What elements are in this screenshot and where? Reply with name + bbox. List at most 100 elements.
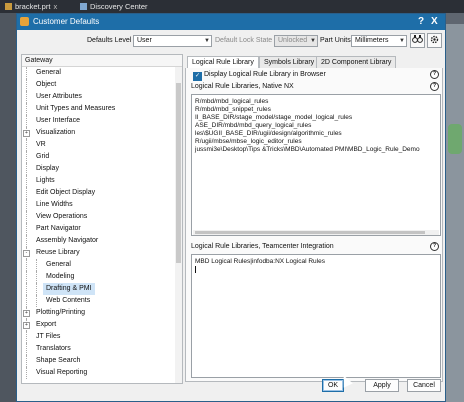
tree-scrollbar[interactable] bbox=[175, 67, 182, 383]
settings-button[interactable] bbox=[427, 33, 442, 48]
tree-item-assembly-navigator[interactable]: Assembly Navigator bbox=[22, 235, 182, 247]
collapse-icon[interactable]: - bbox=[23, 250, 30, 257]
tree-item-label: Display bbox=[36, 165, 59, 172]
tree-item-export[interactable]: + Export bbox=[22, 319, 182, 331]
apply-button[interactable]: Apply bbox=[365, 379, 399, 392]
tree-item-plotting-printing[interactable]: + Plotting/Printing bbox=[22, 307, 182, 319]
scrollbar-thumb[interactable] bbox=[176, 83, 181, 263]
tab-symbols-library[interactable]: Symbols Library bbox=[259, 56, 320, 68]
native-horizontal-scrollbar[interactable] bbox=[193, 230, 439, 235]
info-icon[interactable]: ? bbox=[430, 82, 439, 91]
tree-item-unit-types-and-measures[interactable]: Unit Types and Measures bbox=[22, 103, 182, 115]
defaults-level-select[interactable]: User ▼ bbox=[133, 35, 212, 47]
default-lock-state-label: Default Lock State bbox=[215, 37, 273, 44]
cancel-button[interactable]: Cancel bbox=[407, 379, 441, 392]
tree-item-translators[interactable]: Translators bbox=[22, 343, 182, 355]
tree-item-general[interactable]: General bbox=[22, 259, 182, 271]
info-icon[interactable]: ? bbox=[430, 70, 439, 79]
tree-connector bbox=[26, 199, 28, 211]
tree-item-edit-object-display[interactable]: Edit Object Display bbox=[22, 187, 182, 199]
tree-item-web-contents[interactable]: Web Contents bbox=[22, 295, 182, 307]
part-units-select[interactable]: Millimeters ▼ bbox=[351, 35, 407, 47]
model-geometry bbox=[448, 124, 462, 154]
tree-item-part-navigator[interactable]: Part Navigator bbox=[22, 223, 182, 235]
tree-item-label: Translators bbox=[36, 345, 71, 352]
native-library-path: les\$UGII_BASE_DIR/ugii/design/algorithm… bbox=[195, 130, 342, 137]
tree-item-label: Modeling bbox=[46, 273, 75, 280]
native-library-path: R/mbd/mbd_logical_rules bbox=[195, 98, 269, 105]
tree-item-label: Unit Types and Measures bbox=[36, 105, 116, 112]
scrollbar-thumb[interactable] bbox=[195, 231, 425, 234]
tree-connector bbox=[26, 343, 28, 355]
chevron-down-icon: ▼ bbox=[399, 38, 405, 44]
customer-defaults-icon bbox=[20, 17, 29, 26]
close-icon[interactable]: X bbox=[431, 15, 438, 28]
tab-bracket-prt[interactable]: bracket.prt x bbox=[5, 1, 57, 12]
native-library-path: II_BASE_DIR/stage_model/stage_model_logi… bbox=[195, 114, 353, 121]
tree-item-label: Grid bbox=[36, 153, 50, 160]
chevron-down-icon: ▼ bbox=[310, 38, 316, 44]
tree-item-label: Edit Object Display bbox=[36, 189, 96, 196]
tree-item-jt-files[interactable]: JT Files bbox=[22, 331, 182, 343]
customer-defaults-dialog: Customer Defaults ? X Defaults Level Use… bbox=[16, 13, 446, 402]
expand-icon[interactable]: + bbox=[23, 310, 30, 317]
native-nx-section-label: Logical Rule Libraries, Native NX bbox=[191, 83, 294, 90]
info-icon[interactable]: ? bbox=[430, 242, 439, 251]
tree-header-gateway[interactable]: Gateway bbox=[22, 55, 182, 67]
settings-panel: Logical Rule Library Symbols Library 2D … bbox=[185, 54, 443, 382]
teamcenter-section-label: Logical Rule Libraries, Teamcenter Integ… bbox=[191, 243, 334, 250]
tree-item-label: User Interface bbox=[36, 117, 80, 124]
tree-connector bbox=[26, 67, 28, 79]
find-default-button[interactable] bbox=[410, 33, 425, 48]
tree-item-reuse-library[interactable]: - Reuse Library bbox=[22, 247, 182, 259]
tree-item-line-widths[interactable]: Line Widths bbox=[22, 199, 182, 211]
tree-connector bbox=[26, 283, 28, 295]
tree-item-view-operations[interactable]: View Operations bbox=[22, 211, 182, 223]
native-library-path: jussmi3e\Desktop\Tips &Tricks\MBD\Automa… bbox=[195, 146, 420, 153]
tree-item-lights[interactable]: Lights bbox=[22, 175, 182, 187]
tree-item-visualization[interactable]: + Visualization bbox=[22, 127, 182, 139]
tree-item-grid[interactable]: Grid bbox=[22, 151, 182, 163]
tree-item-object[interactable]: Object bbox=[22, 79, 182, 91]
close-icon[interactable]: x bbox=[53, 2, 57, 11]
tree-item-modeling[interactable]: Modeling bbox=[22, 271, 182, 283]
tree-connector bbox=[36, 283, 38, 295]
tree-connector bbox=[36, 271, 38, 283]
tree-connector bbox=[26, 367, 28, 379]
tree-item-shape-search[interactable]: Shape Search bbox=[22, 355, 182, 367]
tree-item-label: Line Widths bbox=[36, 201, 73, 208]
display-library-checkbox[interactable]: ✓ bbox=[193, 72, 202, 81]
tree-connector bbox=[26, 331, 28, 343]
expand-icon[interactable]: + bbox=[23, 130, 30, 137]
category-tree: Gateway General Object User Attributes Unit… bbox=[21, 54, 183, 384]
tree-connector bbox=[26, 211, 28, 223]
tab-strip: Logical Rule Library Symbols Library 2D … bbox=[185, 55, 443, 69]
chevron-down-icon: ▼ bbox=[204, 38, 210, 44]
tree-connector bbox=[26, 163, 28, 175]
lock-state-select[interactable]: Unlocked ▼ bbox=[274, 35, 318, 47]
tab-2d-component-library[interactable]: 2D Component Library bbox=[316, 56, 397, 68]
tree-item-user-interface[interactable]: User Interface bbox=[22, 115, 182, 127]
tree-connector bbox=[26, 355, 28, 367]
defaults-level-label: Defaults Level bbox=[87, 37, 132, 44]
teamcenter-libraries-textarea[interactable]: MBD Logical Rules|infodba:NX Logical Rul… bbox=[191, 254, 441, 378]
tab-discovery-center[interactable]: Discovery Center bbox=[80, 1, 148, 12]
tree-item-label: Object bbox=[36, 81, 57, 88]
tree-item-visual-reporting[interactable]: Visual Reporting bbox=[22, 367, 182, 379]
tree-item-label: Visualization bbox=[36, 129, 76, 136]
tree-item-label: Visual Reporting bbox=[36, 369, 88, 376]
tree-item-user-attributes[interactable]: User Attributes bbox=[22, 91, 182, 103]
tree-item-vr[interactable]: VR bbox=[22, 139, 182, 151]
tree-connector bbox=[26, 139, 28, 151]
tree-item-label: JT Files bbox=[36, 333, 61, 340]
tree-item-display[interactable]: Display bbox=[22, 163, 182, 175]
text-caret bbox=[195, 266, 196, 273]
help-icon[interactable]: ? bbox=[418, 15, 424, 28]
dialog-title-bar[interactable]: Customer Defaults ? X bbox=[17, 14, 445, 30]
tree-item-general[interactable]: General bbox=[22, 67, 182, 79]
tree-item-drafting-pmi[interactable]: Drafting & PMI bbox=[22, 283, 182, 295]
native-nx-libraries-textarea[interactable]: R/mbd/mbd_logical_rules R/mbd/mbd_snippet… bbox=[191, 94, 441, 236]
part-units-label: Part Units bbox=[320, 37, 351, 44]
expand-icon[interactable]: + bbox=[23, 322, 30, 329]
tree-item-label: Plotting/Printing bbox=[36, 309, 86, 316]
